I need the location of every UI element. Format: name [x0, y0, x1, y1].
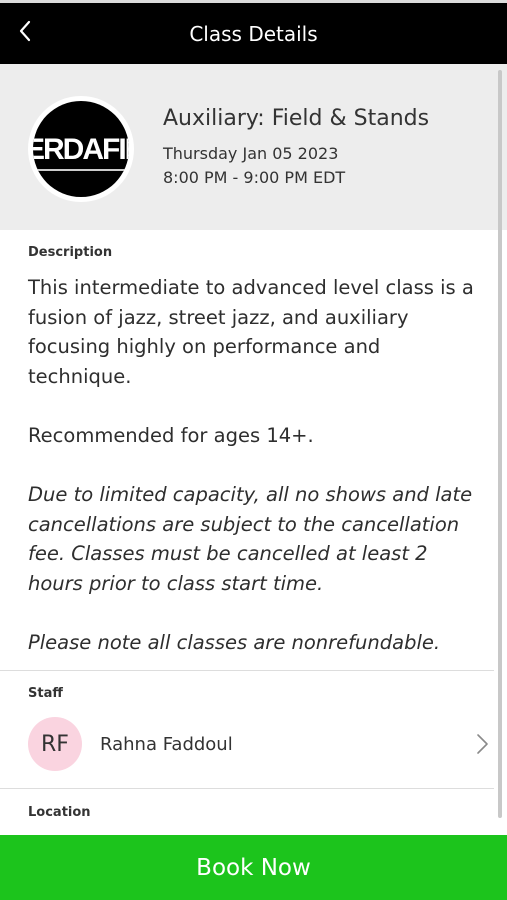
staff-row[interactable]: RF Rahna Faddoul [0, 711, 500, 777]
studio-logo: ERDAFIE [28, 96, 134, 202]
page-title: Class Details [189, 21, 318, 46]
avatar: RF [28, 717, 82, 771]
description-refund-note: Please note all classes are nonrefundabl… [28, 631, 441, 654]
logo-text: ERDAFIE [33, 133, 129, 166]
staff-name: Rahna Faddoul [100, 734, 233, 755]
divider [0, 670, 494, 671]
staff-label: Staff [28, 686, 63, 701]
back-button[interactable] [10, 13, 40, 49]
description-paragraph: Recommended for ages 14+. [28, 424, 314, 447]
class-title: Auxiliary: Field & Stands [163, 106, 430, 131]
class-time: 8:00 PM - 9:00 PM EDT [163, 168, 346, 187]
divider [0, 788, 494, 789]
description-paragraph: This intermediate to advanced level clas… [28, 276, 474, 388]
description-policy: Due to limited capacity, all no shows an… [28, 483, 473, 595]
logo-underline [33, 169, 129, 171]
chevron-right-icon [477, 734, 488, 754]
header-bar: Class Details [0, 0, 507, 64]
book-now-button[interactable]: Book Now [0, 835, 507, 900]
scrollbar[interactable] [498, 70, 502, 818]
location-label: Location [28, 805, 91, 820]
chevron-left-icon [19, 20, 31, 42]
class-date: Thursday Jan 05 2023 [163, 144, 339, 163]
logo-badge: ERDAFIE [33, 101, 129, 197]
description-label: Description [28, 245, 113, 260]
